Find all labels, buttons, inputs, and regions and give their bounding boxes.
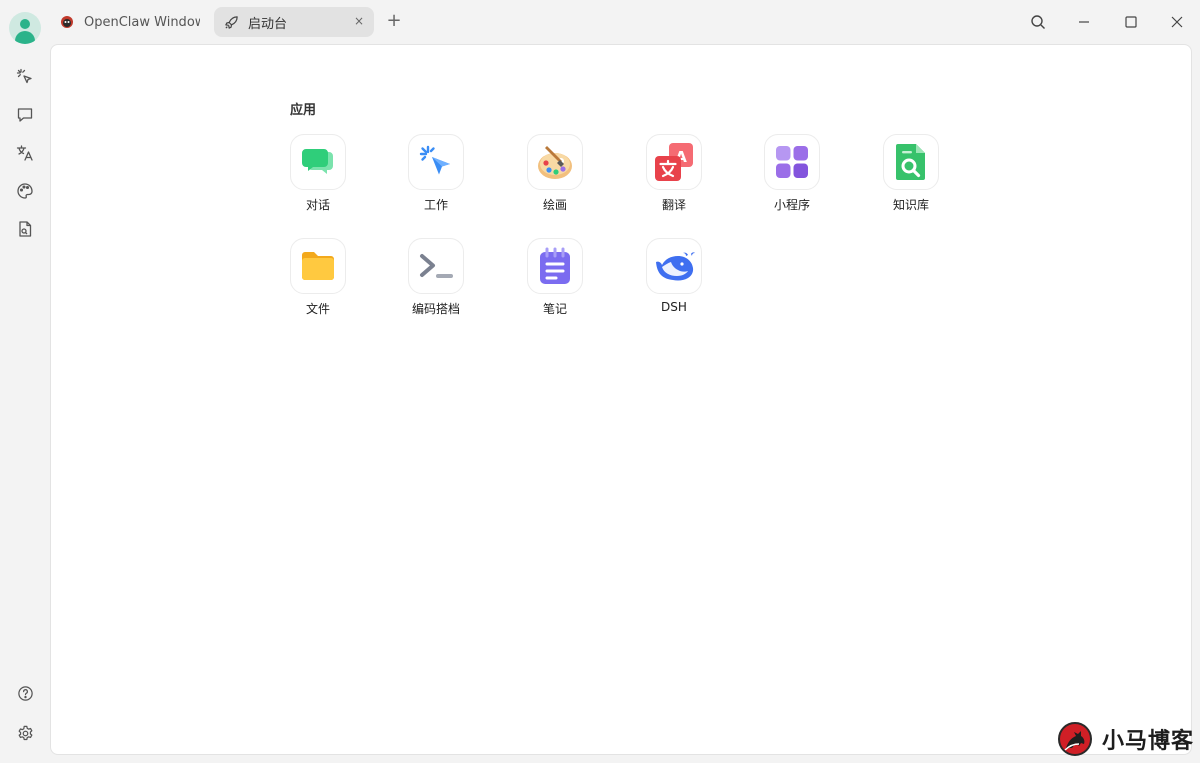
maximize-icon[interactable] xyxy=(1121,12,1141,32)
app-drawing[interactable]: 绘画 xyxy=(520,134,590,224)
chat-bubble-icon[interactable] xyxy=(14,104,36,126)
watermark-text: 小马博客 xyxy=(1102,729,1195,754)
app-knowledge-base[interactable]: 知识库 xyxy=(876,134,946,224)
close-window-icon[interactable] xyxy=(1167,12,1187,32)
app-translate[interactable]: A 翻译 xyxy=(639,134,709,224)
title-bar: OpenClaw Windows 启动台 × + xyxy=(0,0,1200,44)
app-mini-programs[interactable]: 小程序 xyxy=(757,134,827,224)
app-work[interactable]: 工作 xyxy=(401,134,471,224)
app-label: 小程序 xyxy=(773,198,810,212)
rocket-icon xyxy=(222,13,240,31)
tab-label: OpenClaw Windows xyxy=(84,14,200,30)
app-coding-partner[interactable]: 编码搭档 xyxy=(401,238,471,328)
app-dsh[interactable]: DSH xyxy=(639,238,709,328)
search-icon[interactable] xyxy=(1028,12,1048,32)
palette-icon[interactable] xyxy=(14,180,36,202)
app-chat[interactable]: 对话 xyxy=(283,134,353,224)
translate-icon: A xyxy=(646,134,702,190)
cursor-click-icon[interactable] xyxy=(14,66,36,88)
launchpad-panel: 应用 对话 工作 绘画 A 翻译 小程序 知识库 文件 编码搭档 笔记 DSH xyxy=(50,44,1192,755)
app-label: DSH xyxy=(661,300,687,314)
horse-logo-icon xyxy=(1058,722,1092,756)
settings-gear-icon[interactable] xyxy=(14,722,36,744)
app-label: 笔记 xyxy=(542,302,567,316)
minimize-icon[interactable] xyxy=(1074,12,1094,32)
app-label: 文件 xyxy=(305,302,330,316)
palette-icon xyxy=(527,134,583,190)
close-icon[interactable]: × xyxy=(354,14,364,28)
app-files[interactable]: 文件 xyxy=(283,238,353,328)
grid-apps-icon xyxy=(764,134,820,190)
file-search-icon[interactable] xyxy=(14,218,36,240)
app-label: 绘画 xyxy=(542,198,567,212)
new-tab-button[interactable]: + xyxy=(384,10,404,32)
watermark: 小马博客 xyxy=(1058,720,1198,758)
terminal-icon xyxy=(408,238,464,294)
tab-label: 启动台 xyxy=(248,16,288,32)
notepad-icon xyxy=(527,238,583,294)
app-label: 翻译 xyxy=(661,198,686,212)
translate-icon[interactable] xyxy=(14,142,36,164)
tab-launchpad[interactable]: 启动台 × xyxy=(214,7,374,37)
knowledge-doc-icon xyxy=(883,134,939,190)
section-title: 应用 xyxy=(290,103,317,118)
help-circle-icon[interactable] xyxy=(14,682,36,704)
whale-icon xyxy=(646,238,702,294)
tab-openclaw-windows[interactable]: OpenClaw Windows xyxy=(50,7,206,37)
app-notes[interactable]: 笔记 xyxy=(520,238,590,328)
chat-icon xyxy=(290,134,346,190)
openclaw-logo-icon xyxy=(58,13,76,31)
app-label: 编码搭档 xyxy=(411,302,460,316)
cursor-click-icon xyxy=(408,134,464,190)
folder-icon xyxy=(290,238,346,294)
user-avatar[interactable] xyxy=(9,12,41,44)
app-label: 对话 xyxy=(305,198,330,212)
app-label: 工作 xyxy=(423,198,448,212)
app-label: 知识库 xyxy=(892,198,929,212)
